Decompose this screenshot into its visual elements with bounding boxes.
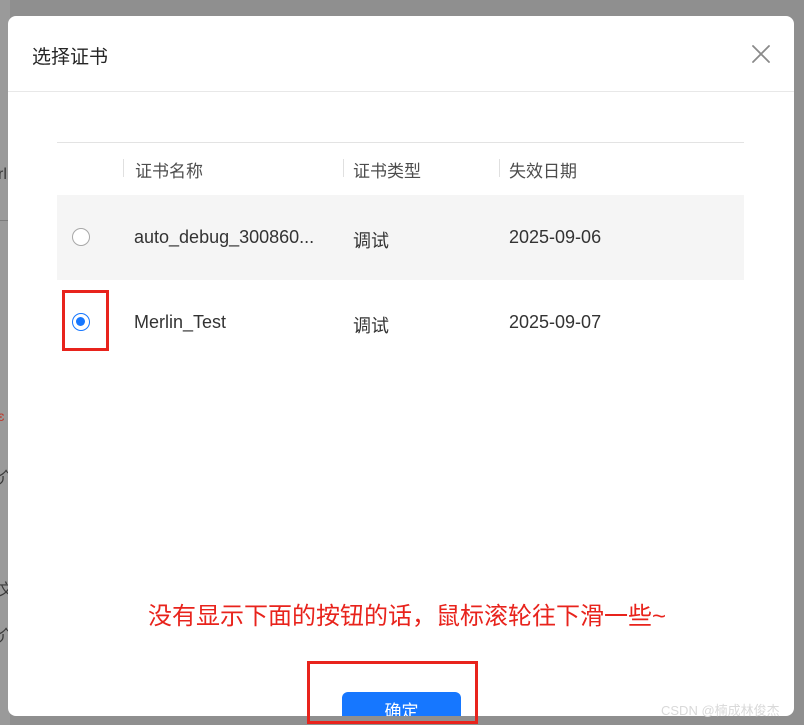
column-header-expiry: 失效日期: [509, 162, 577, 181]
column-separator: [343, 159, 344, 177]
dialog-title: 选择证书: [32, 47, 109, 68]
certificate-expiry: 2025-09-07: [509, 312, 602, 332]
column-separator: [499, 159, 500, 177]
table-row[interactable]: auto_debug_300860... 调试 2025-09-06: [57, 195, 744, 280]
certificate-type: 调试: [353, 316, 389, 336]
close-button[interactable]: [749, 42, 773, 66]
annotation-text: 没有显示下面的按钮的话，鼠标滚轮往下滑一些~: [148, 603, 667, 630]
close-icon: [752, 45, 770, 63]
dialog-header: 选择证书: [8, 16, 794, 92]
background-text: rl: [0, 166, 7, 183]
background-text: ɛ: [0, 408, 5, 424]
column-header-name: 证书名称: [135, 162, 203, 181]
column-header-type: 证书类型: [353, 162, 421, 181]
table-row[interactable]: Merlin_Test 调试 2025-09-07: [57, 280, 744, 365]
certificate-table: 证书名称 证书类型 失效日期 auto_debug_300860... 调试 2…: [57, 142, 744, 365]
certificate-name: auto_debug_300860...: [134, 227, 315, 247]
row-radio[interactable]: [72, 228, 90, 246]
certificate-type: 调试: [353, 231, 389, 251]
certificate-name: Merlin_Test: [134, 312, 227, 332]
table-header: 证书名称 证书类型 失效日期: [57, 142, 744, 195]
certificate-expiry: 2025-09-06: [509, 227, 602, 247]
confirm-button[interactable]: 确定: [342, 692, 461, 716]
watermark: CSDN @楠成林俊杰: [661, 703, 780, 718]
row-radio-selected[interactable]: [72, 313, 90, 331]
column-separator: [123, 159, 124, 177]
